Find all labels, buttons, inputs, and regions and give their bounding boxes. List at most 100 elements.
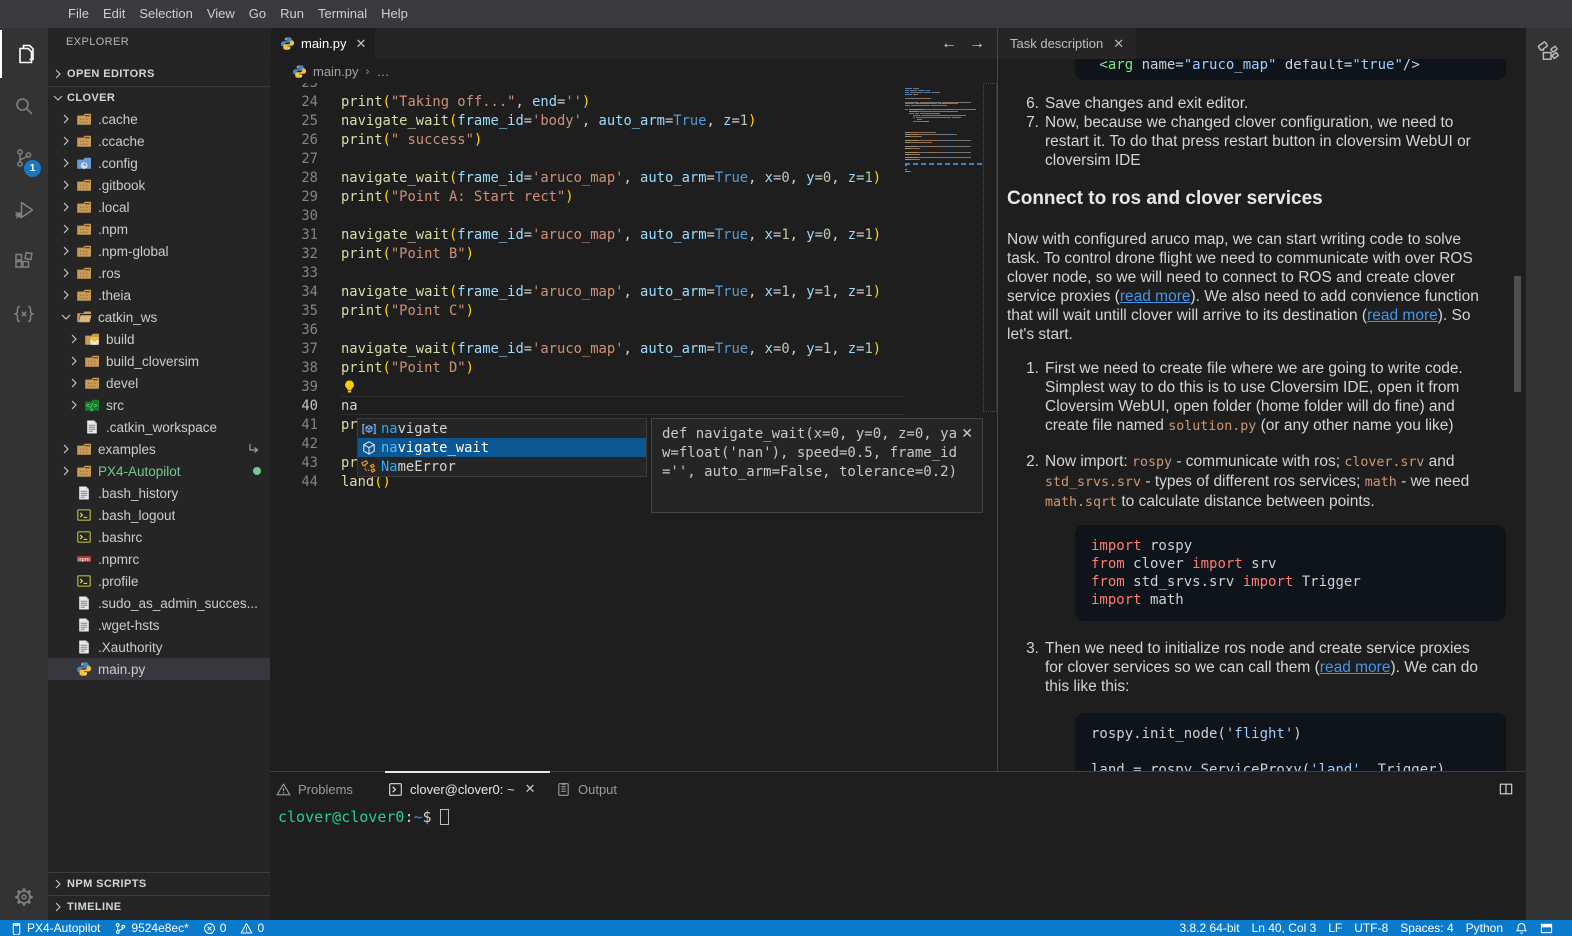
menu-selection[interactable]: Selection xyxy=(132,0,199,28)
menu-run[interactable]: Run xyxy=(273,0,311,28)
menu-view[interactable]: View xyxy=(200,0,242,28)
status-Ln-40-Col-3[interactable]: Ln 40, Col 3 xyxy=(1252,921,1317,935)
icon-shape xyxy=(77,466,91,477)
tree-item-bash_history[interactable]: .bash_history xyxy=(48,482,270,504)
text-run: auto_arm xyxy=(632,227,707,243)
menu-edit[interactable]: Edit xyxy=(96,0,132,28)
box xyxy=(920,113,940,114)
tree-item-build[interactable]: build xyxy=(48,328,270,350)
nav-forward-button[interactable]: → xyxy=(969,35,985,53)
tree-item-bash_logout[interactable]: .bash_logout xyxy=(48,504,270,526)
read-more-link[interactable]: read more xyxy=(1367,307,1438,324)
box xyxy=(926,132,936,133)
tree-item-examples[interactable]: examples xyxy=(48,438,270,460)
breadcrumb-file[interactable]: main.py xyxy=(313,64,359,79)
code-editor[interactable]: 2324print("Taking off...", end='')25navi… xyxy=(270,83,997,771)
status-warning[interactable]: 0 xyxy=(240,921,264,935)
tab-main-py[interactable]: main.py ✕ xyxy=(271,28,375,59)
tree-item-devel[interactable]: devel xyxy=(48,372,270,394)
timeline-section[interactable]: TIMELINE xyxy=(48,895,270,918)
activity-run-debug[interactable] xyxy=(0,186,48,234)
read-more-link[interactable]: read more xyxy=(1120,288,1191,305)
status-repo[interactable]: PX4-Autopilot xyxy=(10,921,100,935)
status-Python[interactable]: Python xyxy=(1466,921,1503,935)
menu-go[interactable]: Go xyxy=(242,0,273,28)
menu-help[interactable]: Help xyxy=(374,0,415,28)
status-bell[interactable] xyxy=(1515,922,1528,935)
tree-item-catkin_ws[interactable]: catkin_ws xyxy=(48,306,270,328)
type-hierarchy-icon[interactable] xyxy=(1537,41,1561,65)
split-panel-icon[interactable] xyxy=(1499,782,1513,796)
editor-scrollbar[interactable] xyxy=(983,83,997,412)
tree-item-npm[interactable]: .npm xyxy=(48,218,270,240)
breadcrumb-symbol[interactable]: … xyxy=(377,64,390,79)
text-run: print("Point B") xyxy=(341,246,474,262)
nav-back-button[interactable]: ← xyxy=(941,35,957,53)
status-LF[interactable]: LF xyxy=(1328,921,1342,935)
text-run: 'body' xyxy=(532,113,582,129)
status-Spaces-4[interactable]: Spaces: 4 xyxy=(1400,921,1453,935)
tree-item-mainpy[interactable]: main.py xyxy=(48,658,270,680)
tree-item-catkin_workspace[interactable]: .catkin_workspace xyxy=(48,416,270,438)
tree-item-Xauthority[interactable]: .Xauthority xyxy=(48,636,270,658)
box xyxy=(905,140,918,141)
suggestion-navigate[interactable]: navigate xyxy=(358,419,646,438)
lightbulb-icon[interactable] xyxy=(342,379,357,394)
text-run xyxy=(56,639,76,655)
status-branch[interactable]: 9524e8ec* xyxy=(114,921,188,935)
box xyxy=(958,102,971,103)
tree-item-bashrc[interactable]: .bashrc xyxy=(48,526,270,548)
tree-item-theia[interactable]: .theia xyxy=(48,284,270,306)
workspace-root-section[interactable]: CLOVER xyxy=(48,86,270,109)
task-tab-close-icon[interactable]: ✕ xyxy=(1113,36,1124,52)
tab-task-description[interactable]: Task description ✕ xyxy=(998,28,1136,59)
menu-file[interactable]: File xyxy=(61,0,96,28)
menu-terminal[interactable]: Terminal xyxy=(311,0,374,28)
task-content[interactable]: <arg name="aruco_map" default="true"/> 6… xyxy=(998,59,1526,771)
text-run: clover xyxy=(1125,556,1192,572)
tree-item-PX4-Autopilot[interactable]: PX4-Autopilot xyxy=(48,460,270,482)
tree-item-ccache[interactable]: .ccache xyxy=(48,130,270,152)
status-3-8-2-64-bit[interactable]: 3.8.2 64-bit xyxy=(1179,921,1239,935)
suggestion-NameError[interactable]: NameError xyxy=(358,457,646,476)
read-more-link[interactable]: read more xyxy=(1320,659,1391,676)
status-UTF-8[interactable]: UTF-8 xyxy=(1354,921,1388,935)
activity-explorer[interactable] xyxy=(0,30,48,78)
tree-item-sudo_as_admin_succes[interactable]: .sudo_as_admin_succes... xyxy=(48,592,270,614)
panel-tab-close-icon[interactable]: ✕ xyxy=(525,781,536,797)
activity-source-control[interactable]: 1 xyxy=(0,134,48,182)
box xyxy=(905,103,914,104)
tree-item-profile[interactable]: .profile xyxy=(48,570,270,592)
text-run: vigate xyxy=(398,421,448,437)
tree-item-label: devel xyxy=(106,376,138,391)
terminal[interactable]: clover@clover0:~$ xyxy=(278,808,449,827)
task-scrollbar[interactable] xyxy=(1514,276,1521,392)
status-error[interactable]: 0 xyxy=(203,921,227,935)
text-run: z xyxy=(840,341,857,357)
activity-search[interactable] xyxy=(0,82,48,130)
tree-item-local[interactable]: .local xyxy=(48,196,270,218)
tree-item-cache[interactable]: .cache xyxy=(48,108,270,130)
suggest-doc-close-icon[interactable]: ✕ xyxy=(961,424,973,443)
tab-close-icon[interactable]: ✕ xyxy=(356,36,367,52)
tree-item-npm-global[interactable]: .npm-global xyxy=(48,240,270,262)
status-layout[interactable] xyxy=(1540,922,1553,935)
tree-item-npmrc[interactable]: .npmrc xyxy=(48,548,270,570)
tree-item-build_cloversim[interactable]: build_cloversim xyxy=(48,350,270,372)
panel-tab-Output[interactable]: Output xyxy=(556,773,617,805)
panel-tab-Problems[interactable]: Problems xyxy=(276,773,353,805)
tree-item-config[interactable]: .config xyxy=(48,152,270,174)
tree-item-src[interactable]: src xyxy=(48,394,270,416)
panel-tab-clover-clover0-[interactable]: clover@clover0: ~✕ xyxy=(388,773,536,805)
suggestion-navigate_wait[interactable]: navigate_wait xyxy=(358,438,646,457)
open-editors-section[interactable]: OPEN EDITORS xyxy=(48,62,270,85)
text-run: ( xyxy=(383,360,391,376)
tree-item-ros[interactable]: .ros xyxy=(48,262,270,284)
activity-settings[interactable] xyxy=(0,873,48,921)
activity-api-braces[interactable] xyxy=(0,290,48,338)
npm-scripts-section[interactable]: NPM SCRIPTS xyxy=(48,872,270,895)
tree-item-gitbook[interactable]: .gitbook xyxy=(48,174,270,196)
tree-item-wget-hsts[interactable]: .wget-hsts xyxy=(48,614,270,636)
activity-extensions[interactable] xyxy=(0,238,48,286)
text-run: 1. xyxy=(1007,359,1045,436)
